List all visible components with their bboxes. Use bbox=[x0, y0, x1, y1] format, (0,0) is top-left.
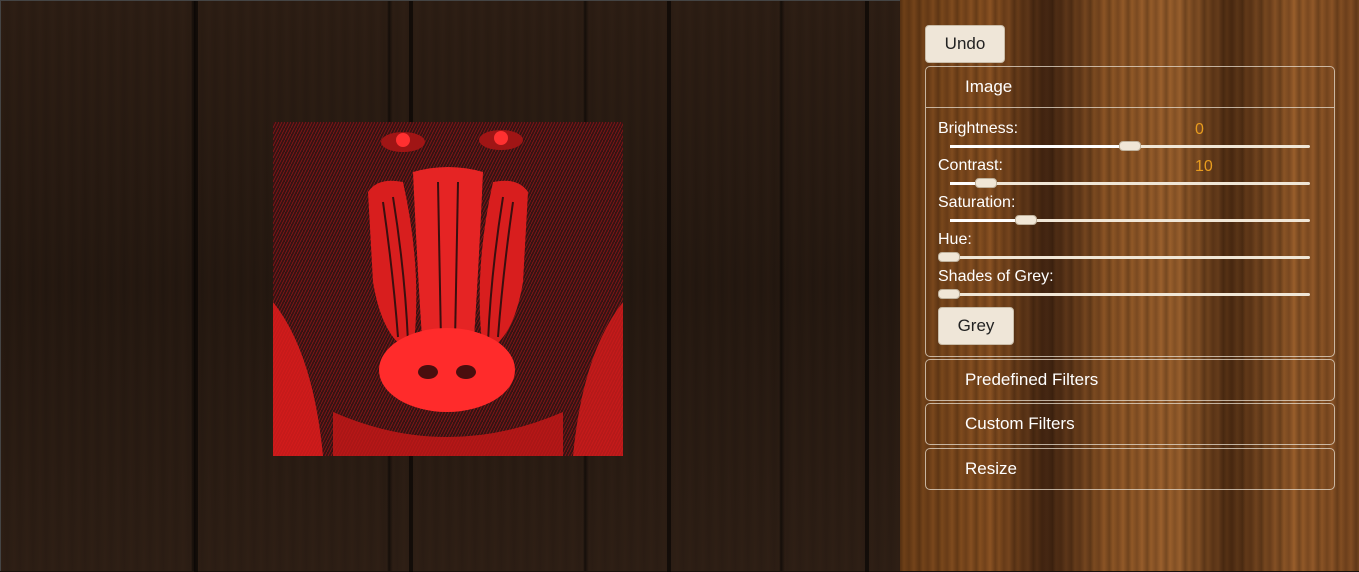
brightness-slider-thumb[interactable] bbox=[1119, 141, 1141, 151]
saturation-label: Saturation: bbox=[938, 194, 1016, 211]
brightness-slider-fill bbox=[950, 145, 1130, 148]
contrast-slider[interactable] bbox=[950, 178, 1310, 188]
brightness-value: 0 bbox=[1195, 121, 1204, 138]
image-panel-header[interactable]: Image bbox=[926, 67, 1334, 107]
wood-plank-gap bbox=[865, 1, 869, 572]
brightness-control: Brightness: 0 bbox=[938, 118, 1310, 155]
custom-filters-header[interactable]: Custom Filters bbox=[926, 404, 1334, 444]
saturation-slider[interactable] bbox=[950, 215, 1310, 225]
grey-button[interactable]: Grey bbox=[938, 307, 1014, 345]
shades-of-grey-slider-thumb[interactable] bbox=[938, 289, 960, 299]
saturation-slider-thumb[interactable] bbox=[1014, 215, 1037, 225]
saturation-control: Saturation: bbox=[938, 192, 1310, 229]
hue-slider-thumb[interactable] bbox=[938, 252, 960, 262]
shades-of-grey-slider[interactable] bbox=[938, 289, 1310, 299]
wood-plank-gap bbox=[667, 1, 671, 572]
contrast-slider-thumb[interactable] bbox=[975, 178, 997, 188]
brightness-label: Brightness: bbox=[938, 120, 1019, 137]
predefined-filters-title: Predefined Filters bbox=[965, 370, 1099, 389]
contrast-value: 10 bbox=[1195, 158, 1213, 175]
resize-title: Resize bbox=[965, 459, 1017, 478]
brightness-slider[interactable] bbox=[950, 141, 1310, 151]
image-panel-body: Brightness: 0 Contrast: 10 Saturation: H… bbox=[926, 107, 1334, 357]
shades-of-grey-label: Shades of Grey: bbox=[938, 268, 1054, 285]
predefined-filters-panel[interactable]: Predefined Filters bbox=[925, 359, 1335, 401]
hue-label: Hue: bbox=[938, 231, 972, 248]
undo-button[interactable]: Undo bbox=[925, 25, 1005, 63]
wood-plank-gap bbox=[194, 1, 198, 572]
predefined-filters-header[interactable]: Predefined Filters bbox=[926, 360, 1334, 400]
custom-filters-panel[interactable]: Custom Filters bbox=[925, 403, 1335, 445]
image-panel: Image Brightness: 0 Contrast: 10 Saturat… bbox=[925, 66, 1335, 357]
contrast-control: Contrast: 10 bbox=[938, 155, 1310, 192]
custom-filters-title: Custom Filters bbox=[965, 414, 1075, 433]
shades-of-grey-control: Shades of Grey: bbox=[938, 266, 1310, 303]
resize-panel[interactable]: Resize bbox=[925, 448, 1335, 490]
resize-header[interactable]: Resize bbox=[926, 449, 1334, 489]
hue-control: Hue: bbox=[938, 229, 1310, 266]
edited-image-mandrill bbox=[273, 122, 623, 456]
hue-slider[interactable] bbox=[938, 252, 1310, 262]
image-panel-title: Image bbox=[965, 77, 1013, 96]
contrast-label: Contrast: bbox=[938, 157, 1003, 174]
mandrill-illustration bbox=[273, 122, 623, 456]
